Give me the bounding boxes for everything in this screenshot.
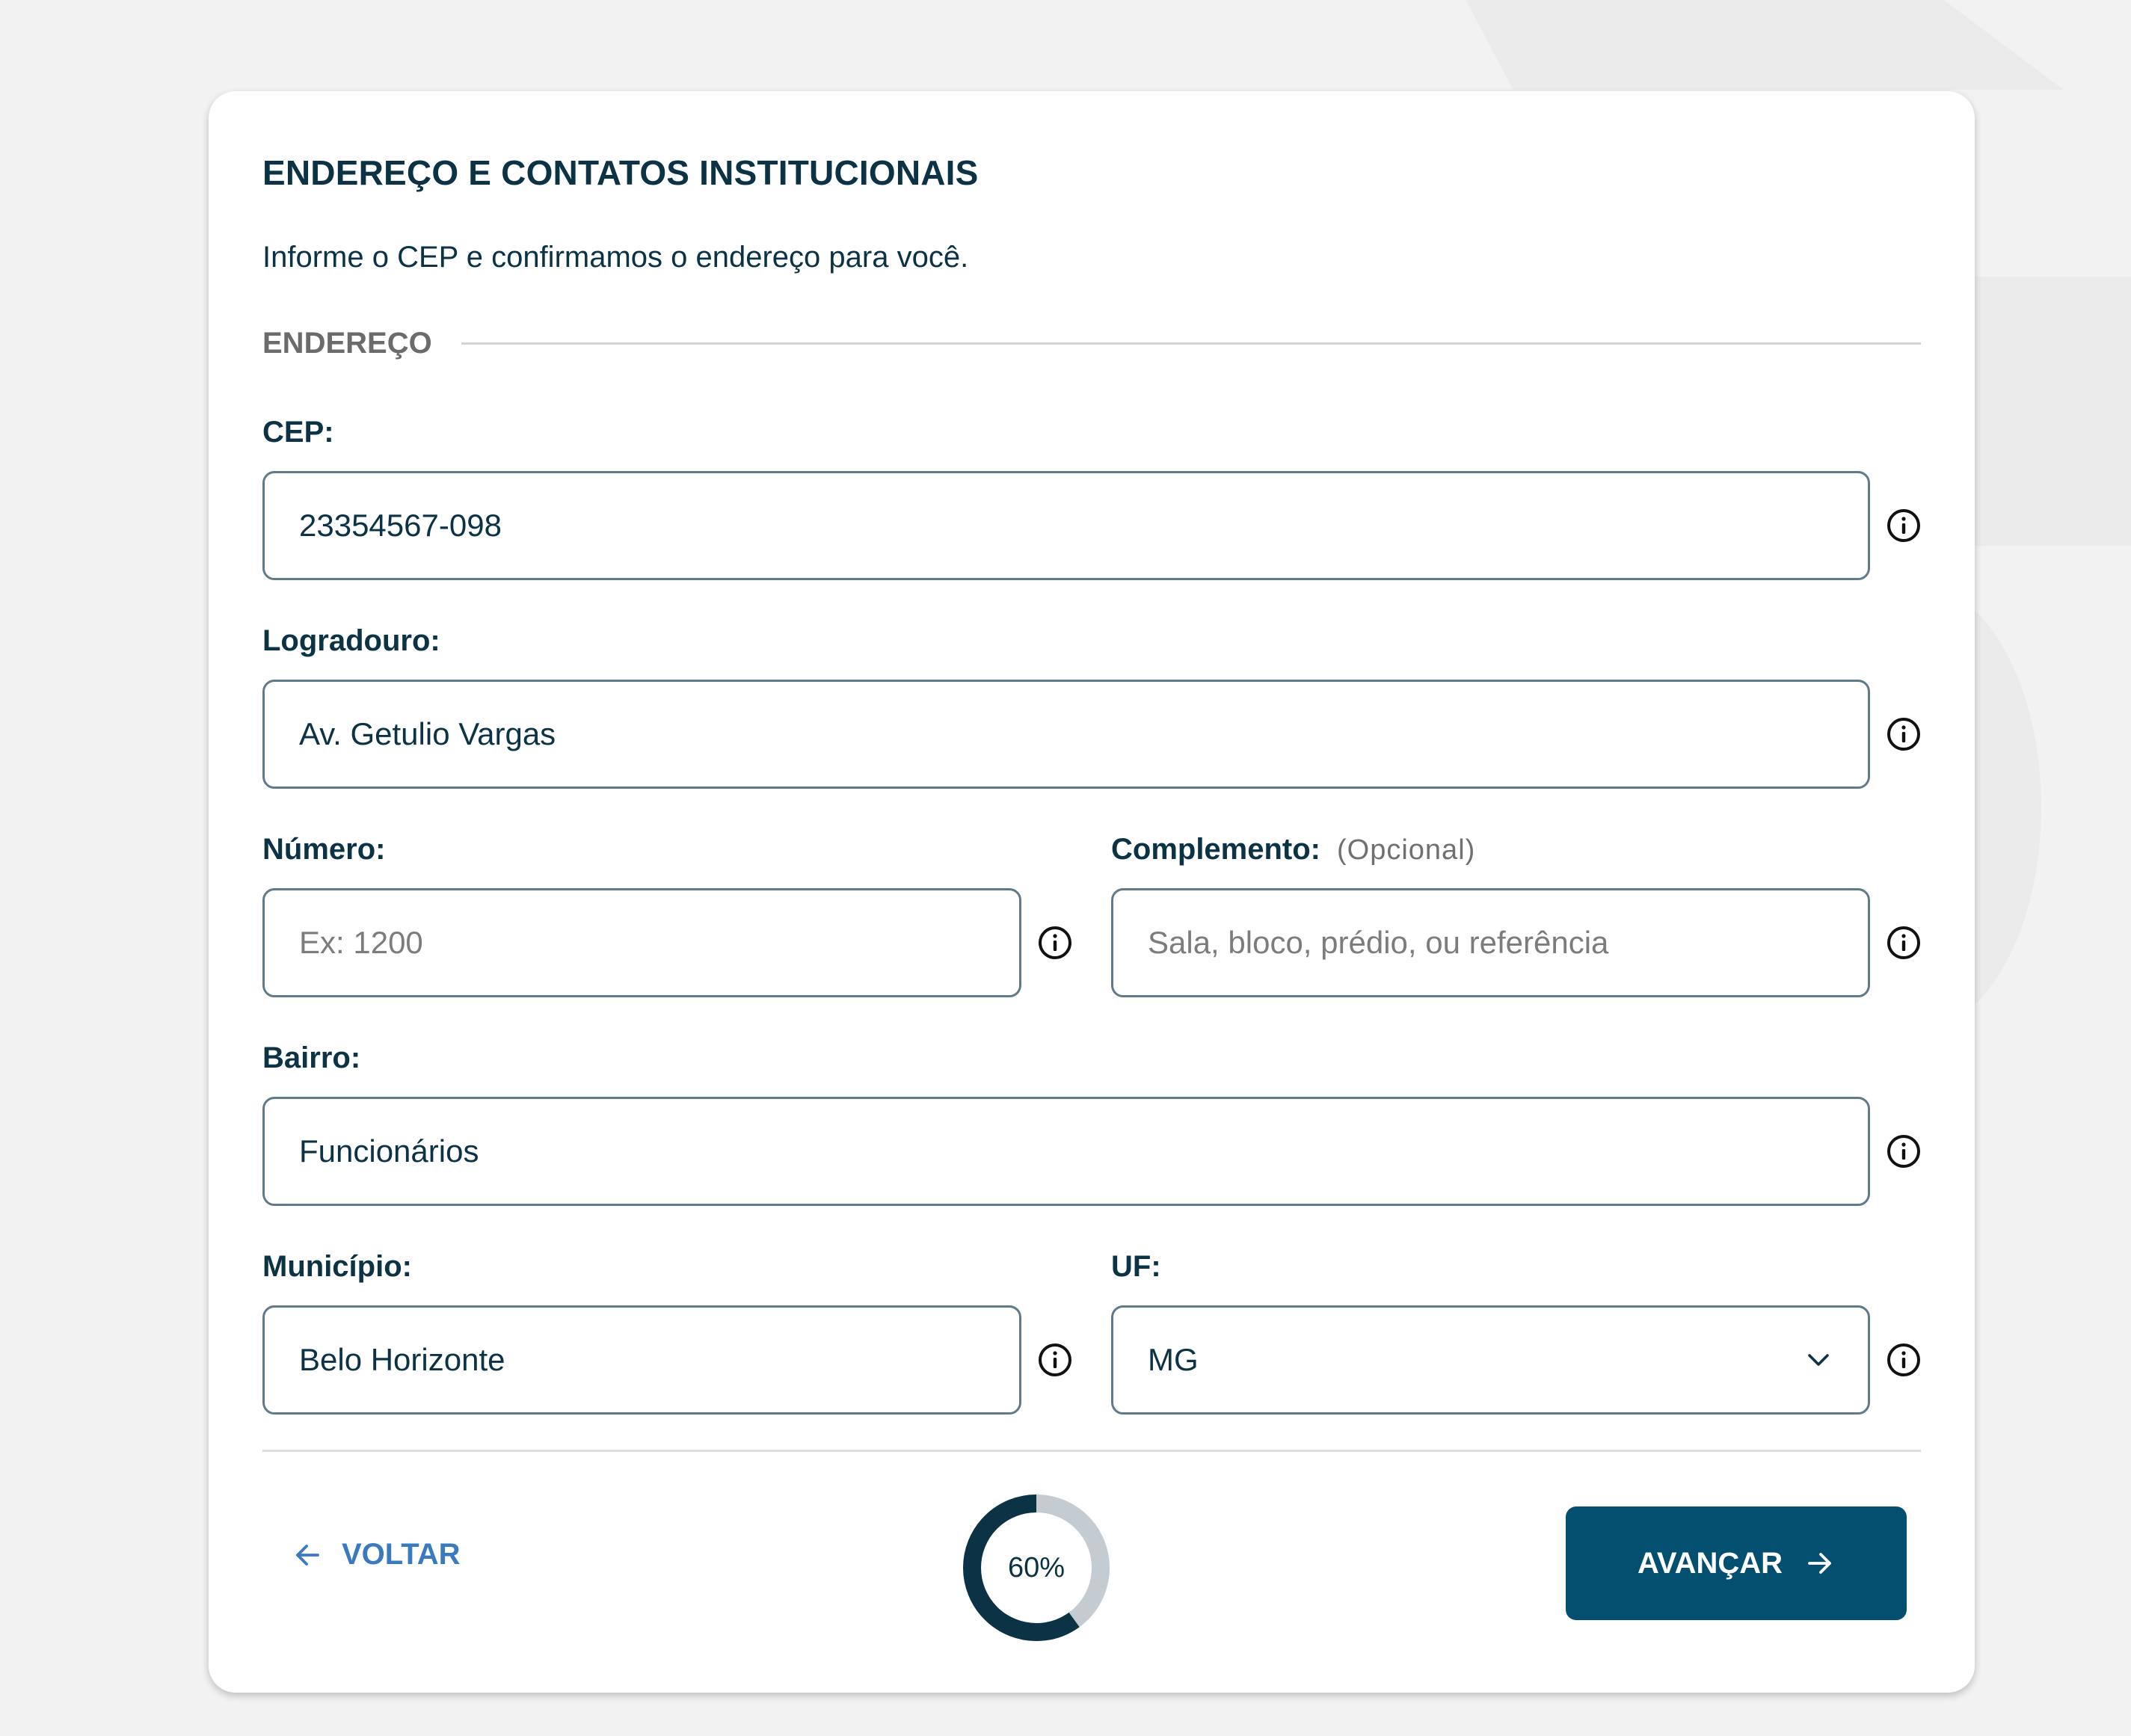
address-form-card: ENDEREÇO E CONTATOS INSTITUCIONAIS Infor… <box>209 91 1975 1693</box>
bairro-label: Bairro: <box>262 1041 361 1074</box>
complemento-label-text: Complemento: <box>1111 833 1320 866</box>
footer-divider <box>262 1450 1921 1452</box>
numero-label: Número: <box>262 833 386 866</box>
info-icon[interactable] <box>1037 925 1073 961</box>
back-button-label: VOLTAR <box>342 1538 461 1571</box>
form-subtitle: Informe o CEP e confirmamos o endereço p… <box>262 241 969 274</box>
uf-select[interactable]: MG <box>1111 1305 1870 1415</box>
complemento-label: Complemento: (Opcional) <box>1111 833 1475 867</box>
back-button[interactable]: VOLTAR <box>292 1538 461 1572</box>
section-label-endereco: ENDEREÇO <box>262 327 432 360</box>
background-shape <box>1466 0 2064 90</box>
next-button-label: AVANÇAR <box>1637 1546 1783 1580</box>
info-icon[interactable] <box>1037 1342 1073 1378</box>
info-icon[interactable] <box>1886 508 1922 544</box>
logradouro-label: Logradouro: <box>262 624 440 657</box>
optional-tag: (Opcional) <box>1337 834 1476 866</box>
info-icon[interactable] <box>1886 716 1922 752</box>
info-icon[interactable] <box>1886 1342 1922 1378</box>
section-divider <box>461 342 1921 345</box>
progress-percent-text: 60% <box>1007 1551 1066 1583</box>
arrow-right-icon <box>1808 1553 1831 1574</box>
arrow-left-icon <box>296 1544 319 1566</box>
complemento-input[interactable] <box>1111 888 1870 997</box>
municipio-input[interactable] <box>262 1305 1021 1415</box>
chevron-down-icon <box>1808 1354 1829 1366</box>
form-title: ENDEREÇO E CONTATOS INSTITUCIONAIS <box>262 153 979 192</box>
cep-input[interactable] <box>262 471 1870 580</box>
municipio-label: Município: <box>262 1250 412 1283</box>
info-icon[interactable] <box>1886 1133 1922 1169</box>
bairro-input[interactable] <box>262 1097 1870 1206</box>
uf-selected-value: MG <box>1148 1342 1199 1377</box>
cep-label: CEP: <box>262 416 334 449</box>
numero-input[interactable] <box>262 888 1021 997</box>
next-button[interactable]: AVANÇAR <box>1566 1506 1907 1620</box>
progress-ring: 60% <box>958 1489 1115 1646</box>
uf-label: UF: <box>1111 1250 1161 1283</box>
logradouro-input[interactable] <box>262 680 1870 789</box>
info-icon[interactable] <box>1886 925 1922 961</box>
